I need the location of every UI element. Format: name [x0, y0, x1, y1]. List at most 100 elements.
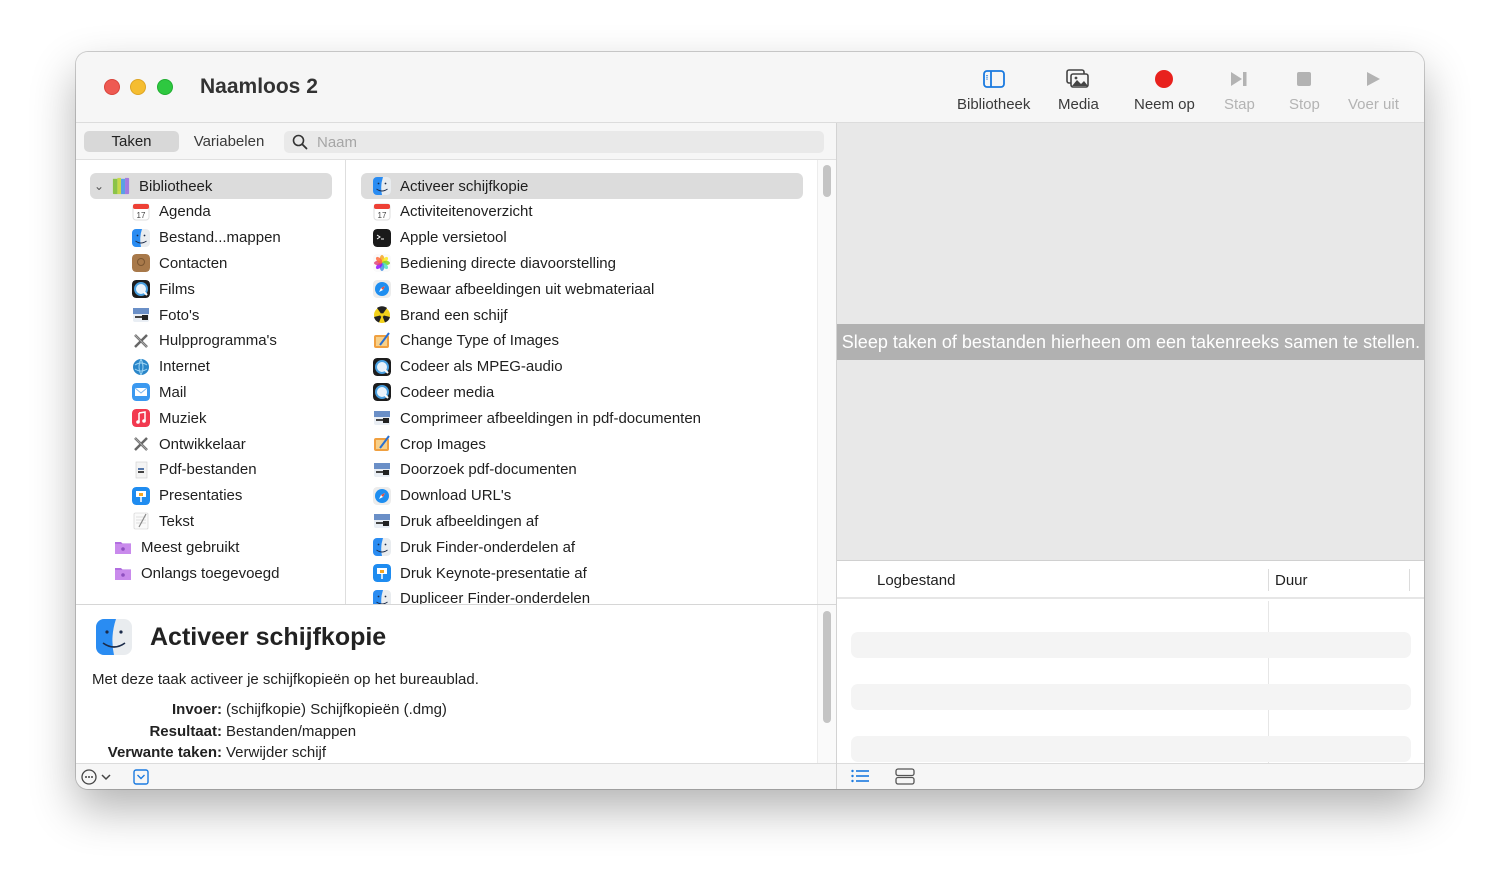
- library-item-label: Muziek: [159, 409, 207, 427]
- smart-folder-label: Meest gebruikt: [141, 538, 240, 556]
- column-header-duur[interactable]: Duur: [1275, 572, 1308, 589]
- safari-icon: [373, 486, 391, 505]
- action-item[interactable]: Apple versietool: [361, 225, 803, 251]
- action-item-label: Activeer schijfkopie: [400, 177, 529, 195]
- library-item-label: Presentaties: [159, 487, 243, 505]
- column-header-logbestand[interactable]: Logbestand: [877, 572, 955, 589]
- library-item[interactable]: Hulpprogramma's: [132, 328, 332, 354]
- description-field-result: Resultaat: Bestanden/mappen: [76, 723, 356, 740]
- burn-icon: [373, 306, 391, 324]
- description-scrollbar[interactable]: [817, 605, 836, 764]
- library-item-label: Pdf-bestanden: [159, 461, 257, 479]
- finder-icon: [373, 589, 391, 604]
- smart-folder-item[interactable]: Onlangs toegevoegd: [114, 560, 334, 586]
- close-window-button[interactable]: [104, 79, 120, 95]
- run-toolbar-button[interactable]: Voer uit: [1348, 66, 1399, 113]
- finder-icon: [373, 538, 391, 557]
- library-item-label: Internet: [159, 358, 210, 376]
- action-item[interactable]: Druk Finder-onderdelen af: [361, 534, 803, 560]
- keynote-icon: [373, 564, 391, 582]
- library-item[interactable]: Ontwikkelaar: [132, 431, 332, 457]
- library-item-label: Tekst: [159, 512, 195, 530]
- action-item[interactable]: Doorzoek pdf-documenten: [361, 457, 803, 483]
- action-item[interactable]: Activeer schijfkopie: [361, 173, 803, 199]
- library-toolbar-label: Bibliotheek: [957, 96, 1031, 113]
- action-item[interactable]: Codeer als MPEG-audio: [361, 354, 803, 380]
- log-row-stripe: [851, 736, 1411, 762]
- library-item-label: Agenda: [159, 203, 211, 221]
- search-field[interactable]: [284, 131, 824, 153]
- action-item[interactable]: Change Type of Images: [361, 328, 803, 354]
- library-bottom-bar: [76, 763, 836, 789]
- library-item[interactable]: Mail: [132, 379, 332, 405]
- image-edit-icon: [373, 435, 391, 453]
- media-toolbar-button[interactable]: Media: [1058, 66, 1099, 113]
- action-item-label: Brand een schijf: [400, 306, 508, 324]
- calendar-icon: 17: [132, 203, 150, 221]
- list-view-button[interactable]: [851, 769, 869, 788]
- library-item[interactable]: Tekst: [132, 508, 332, 534]
- more-options-button[interactable]: [81, 769, 117, 789]
- action-item[interactable]: 17 Activiteitenoverzicht: [361, 199, 803, 225]
- library-item[interactable]: Bestand...mappen: [132, 225, 332, 251]
- step-toolbar-button[interactable]: Stap: [1224, 66, 1255, 113]
- actions-scrollbar[interactable]: [817, 160, 836, 604]
- stop-toolbar-label: Stop: [1289, 96, 1320, 113]
- stop-toolbar-button[interactable]: Stop: [1289, 66, 1320, 113]
- action-item[interactable]: Download URL's: [361, 483, 803, 509]
- workflow-drop-area[interactable]: Sleep taken of bestanden hierheen om een…: [837, 123, 1424, 561]
- library-tree: ⌄ Bibliotheek 17 Agenda Bestand...mappen Cont…: [76, 160, 346, 604]
- automator-window: Naamloos 2 Bibliotheek Media Neem op Sta…: [76, 52, 1424, 789]
- description-field-related: Verwante taken: Verwijder schijf: [76, 744, 326, 761]
- action-item-label: Codeer als MPEG-audio: [400, 358, 563, 376]
- action-item[interactable]: Codeer media: [361, 379, 803, 405]
- action-item[interactable]: Comprimeer afbeeldingen in pdf-documente…: [361, 405, 803, 431]
- library-item[interactable]: Contacten: [132, 250, 332, 276]
- library-item[interactable]: Pdf-bestanden: [132, 457, 332, 483]
- library-item[interactable]: Muziek: [132, 405, 332, 431]
- action-item[interactable]: Druk Keynote-presentatie af: [361, 560, 803, 586]
- library-root-label: Bibliotheek: [139, 177, 213, 195]
- action-item[interactable]: Crop Images: [361, 431, 803, 457]
- sidebar-icon: [957, 66, 1030, 92]
- action-item[interactable]: Dupliceer Finder-onderdelen: [361, 586, 803, 604]
- zoom-window-button[interactable]: [157, 79, 173, 95]
- minimize-window-button[interactable]: [130, 79, 146, 95]
- actions-scrollbar-thumb[interactable]: [823, 165, 831, 197]
- action-item[interactable]: Druk afbeeldingen af: [361, 508, 803, 534]
- run-toolbar-label: Voer uit: [1348, 96, 1399, 113]
- preview-icon: [373, 409, 391, 427]
- column-divider[interactable]: [1409, 569, 1410, 591]
- library-item[interactable]: 17 Agenda: [132, 199, 332, 225]
- smart-folder-item[interactable]: Meest gebruikt: [114, 534, 334, 560]
- log-row-stripe: [851, 632, 1411, 658]
- library-item[interactable]: Internet: [132, 354, 332, 380]
- smart-folder-icon: [114, 538, 132, 556]
- finder-icon: [132, 228, 150, 247]
- action-item[interactable]: Brand een schijf: [361, 302, 803, 328]
- chevron-down-icon[interactable]: ⌄: [92, 179, 106, 193]
- field-value[interactable]: Verwijder schijf: [226, 744, 326, 761]
- library-item[interactable]: Films: [132, 276, 332, 302]
- description-scrollbar-thumb[interactable]: [823, 611, 831, 723]
- toggle-description-button[interactable]: [133, 769, 149, 789]
- library-toolbar-button[interactable]: Bibliotheek: [957, 66, 1030, 113]
- photos-icon: [1058, 66, 1099, 92]
- library-item[interactable]: Presentaties: [132, 483, 332, 509]
- terminal-icon: [373, 228, 391, 247]
- svg-text:17: 17: [137, 211, 146, 220]
- split-view-button[interactable]: [895, 768, 915, 789]
- smart-folder-icon: [114, 564, 132, 582]
- library-item[interactable]: Foto's: [132, 302, 332, 328]
- tab-variabelen[interactable]: Variabelen: [184, 131, 274, 152]
- action-item[interactable]: Bediening directe diavoorstelling: [361, 250, 803, 276]
- search-input[interactable]: [317, 131, 807, 153]
- library-root-item[interactable]: ⌄ Bibliotheek: [90, 173, 332, 199]
- action-item-label: Change Type of Images: [400, 332, 559, 350]
- search-icon: [292, 134, 308, 155]
- preview-icon: [373, 461, 391, 479]
- column-divider[interactable]: [1268, 569, 1269, 591]
- record-toolbar-button[interactable]: Neem op: [1134, 66, 1195, 113]
- action-item[interactable]: Bewaar afbeeldingen uit webmateriaal: [361, 276, 803, 302]
- tab-taken[interactable]: Taken: [84, 131, 179, 152]
